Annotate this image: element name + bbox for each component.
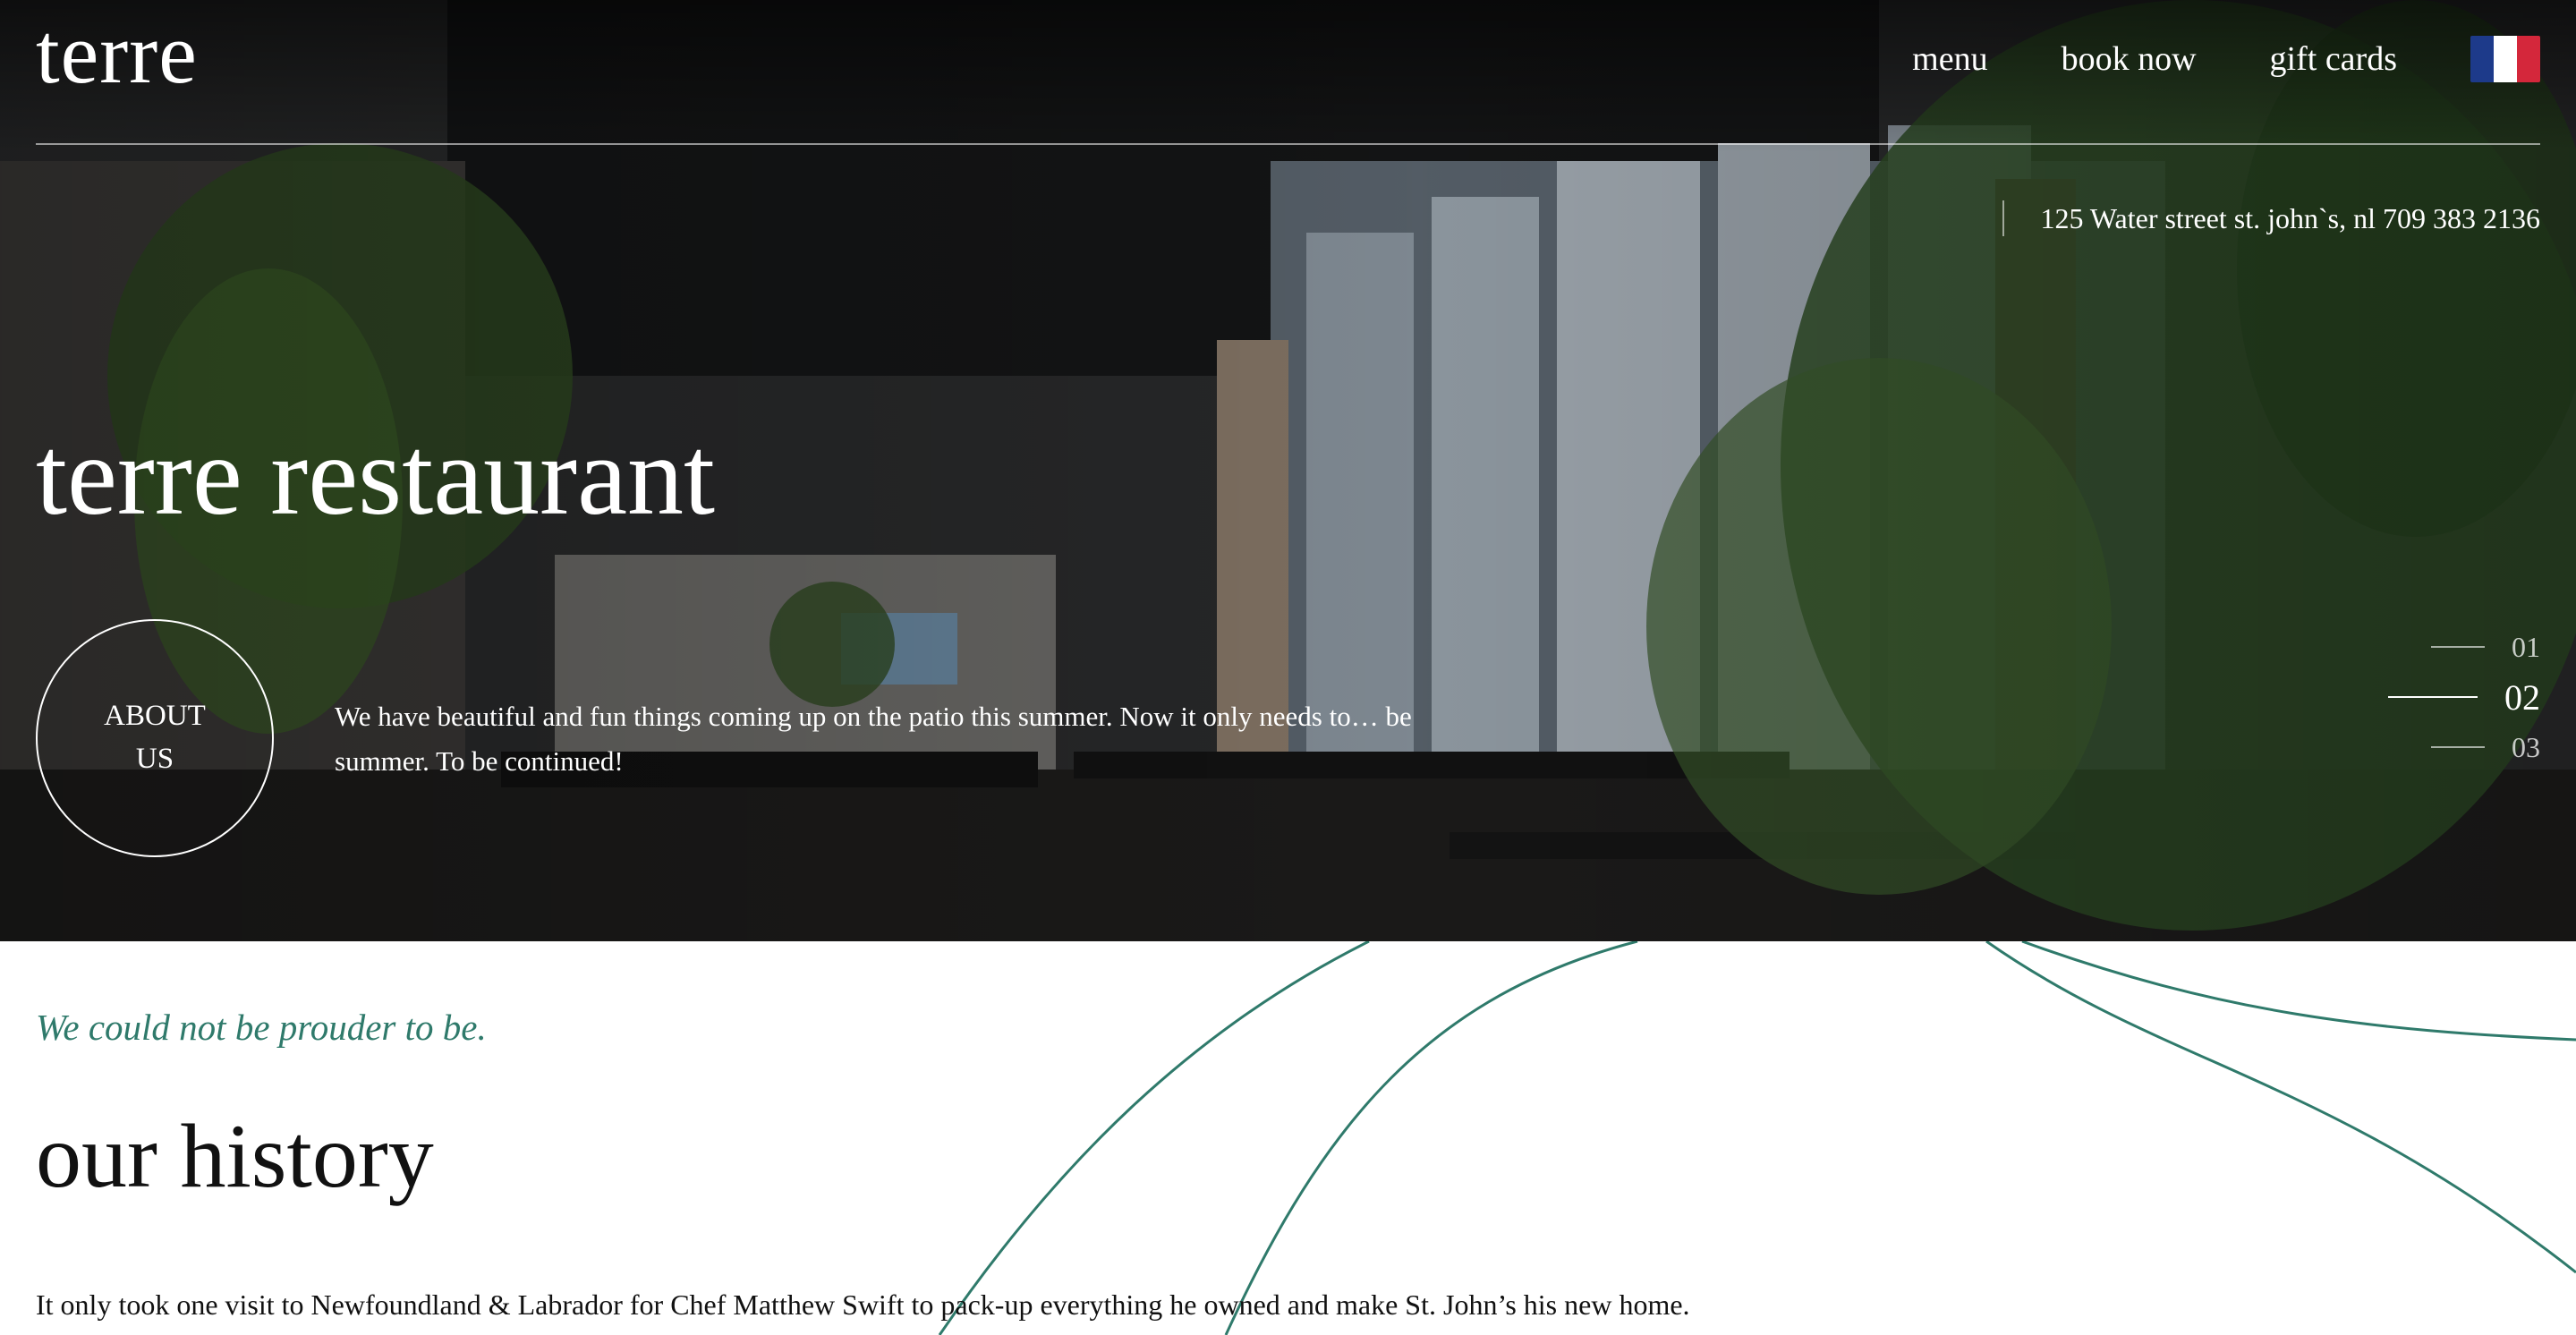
slide-dash <box>2431 746 2485 748</box>
slide-indicator-02[interactable]: 02 <box>2388 672 2540 722</box>
slide-dash <box>2431 646 2485 648</box>
history-tagline: We could not be prouder to be. <box>36 1007 487 1048</box>
about-us-label-line1: ABOUT <box>104 700 206 733</box>
history-text: It only took one visit to Newfoundland &… <box>36 1288 1690 1321</box>
slide-indicator-01[interactable]: 01 <box>2388 622 2540 672</box>
slide-number: 02 <box>2504 676 2540 718</box>
hero-section: terre menu book now gift cards 125 Water… <box>0 0 2576 941</box>
address-divider <box>2002 200 2005 236</box>
slide-dash <box>2388 696 2478 698</box>
about-us-label-line2: US <box>135 743 174 775</box>
main-nav: menu book now gift cards <box>1839 36 2540 82</box>
address-bar: 125 Water street st. john`s, nl 709 383 … <box>2002 200 2540 236</box>
history-title: our history <box>36 1106 434 1207</box>
hero-description: We have beautiful and fun things coming … <box>335 701 1412 777</box>
slide-number: 01 <box>2512 630 2540 663</box>
about-us-button[interactable]: ABOUT US <box>36 619 274 857</box>
slide-number: 03 <box>2512 730 2540 763</box>
header-divider <box>36 143 2540 145</box>
nav-book-now-link[interactable]: book now <box>2062 39 2197 79</box>
france-flag-icon[interactable] <box>2470 36 2540 82</box>
nav-gift-cards-link[interactable]: gift cards <box>2270 39 2397 79</box>
slide-indicator-03[interactable]: 03 <box>2388 722 2540 772</box>
site-logo[interactable]: terre <box>36 11 198 97</box>
address-text[interactable]: 125 Water street st. john`s, nl 709 383 … <box>2040 202 2540 235</box>
hero-title: terre restaurant <box>36 414 716 539</box>
slide-pager: 01 02 03 <box>2388 622 2540 772</box>
nav-menu-link[interactable]: menu <box>1912 39 1987 79</box>
